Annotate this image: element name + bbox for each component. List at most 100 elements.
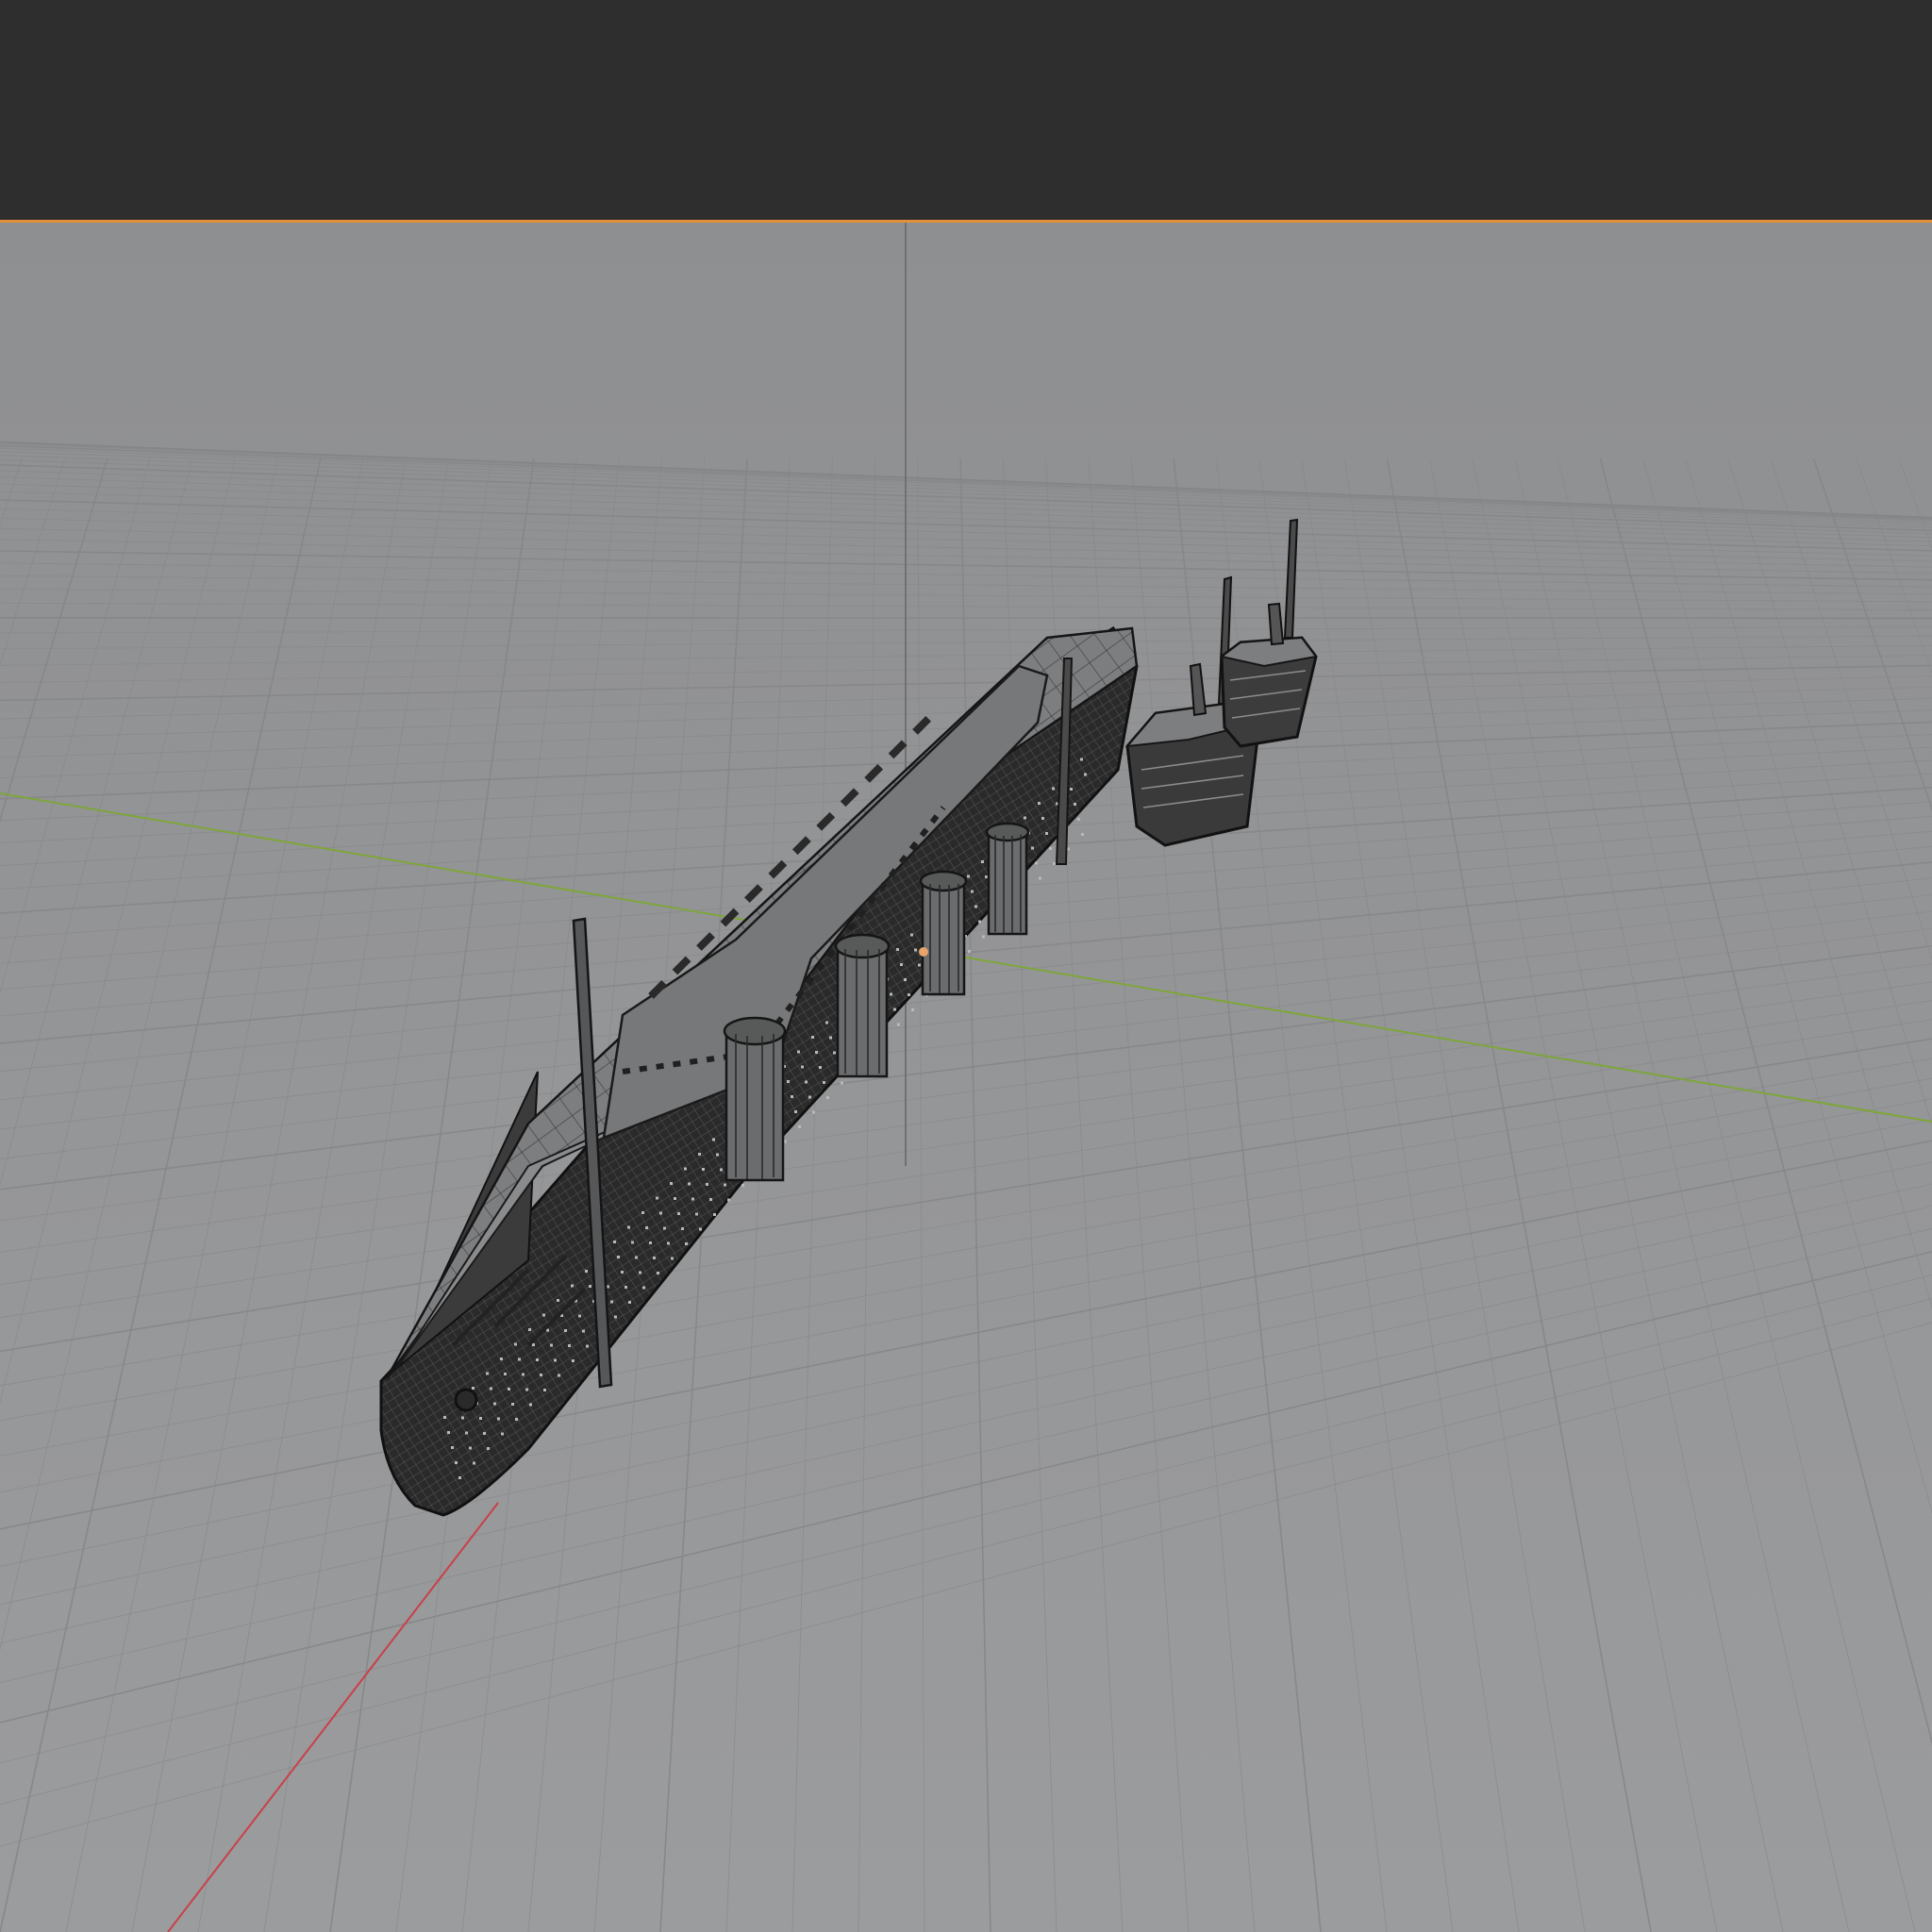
porthole: [656, 1196, 658, 1200]
porthole: [525, 1388, 528, 1391]
porthole: [490, 1387, 492, 1391]
porthole: [712, 1138, 715, 1141]
porthole: [504, 1373, 507, 1375]
porthole: [1077, 818, 1080, 821]
porthole: [447, 1431, 450, 1434]
porthole: [585, 1270, 588, 1273]
viewport-header-area: [0, 0, 1932, 222]
porthole: [695, 1212, 698, 1216]
porthole: [971, 890, 974, 893]
porthole: [1039, 876, 1041, 880]
porthole: [641, 1211, 644, 1214]
porthole: [982, 935, 985, 939]
grid-line: [0, 617, 1932, 620]
porthole: [911, 1008, 914, 1011]
porthole: [974, 905, 977, 908]
porthole: [1035, 861, 1038, 865]
porthole: [791, 1095, 793, 1098]
porthole: [607, 1285, 609, 1289]
porthole: [829, 1036, 832, 1040]
porthole: [557, 1299, 559, 1302]
porthole: [685, 1242, 688, 1245]
porthole: [713, 1213, 716, 1216]
porthole: [1052, 787, 1055, 791]
porthole: [787, 1080, 790, 1083]
porthole: [1049, 847, 1052, 850]
3d-viewport[interactable]: [0, 223, 1932, 1932]
porthole: [841, 1081, 843, 1085]
funnel-2: [834, 933, 891, 1078]
porthole: [528, 1328, 531, 1331]
porthole: [671, 1257, 674, 1260]
porthole: [589, 1285, 591, 1288]
porthole: [893, 1008, 896, 1011]
porthole: [472, 1387, 475, 1390]
porthole: [501, 1432, 504, 1436]
porthole: [458, 1476, 461, 1479]
porthole: [716, 1153, 719, 1157]
porthole: [568, 1344, 571, 1347]
porthole: [826, 1096, 829, 1099]
porthole: [639, 1271, 641, 1274]
porthole: [621, 1271, 624, 1274]
porthole: [554, 1358, 557, 1362]
funnel-1: [723, 1016, 787, 1182]
funnel-3: [919, 870, 968, 996]
porthole: [469, 1446, 472, 1450]
porthole: [709, 1198, 712, 1201]
porthole: [897, 1023, 900, 1026]
porthole: [455, 1461, 458, 1464]
porthole: [542, 1313, 545, 1317]
porthole: [1024, 816, 1026, 820]
porthole: [1041, 817, 1044, 820]
porthole: [815, 1051, 818, 1054]
porthole: [483, 1432, 486, 1435]
porthole: [798, 1125, 801, 1128]
porthole: [1031, 846, 1034, 850]
porthole: [805, 1080, 808, 1084]
porthole: [684, 1167, 687, 1171]
porthole: [653, 1257, 656, 1259]
porthole: [784, 1140, 787, 1143]
porthole: [918, 963, 921, 967]
porthole: [572, 1359, 575, 1362]
porthole: [543, 1389, 546, 1391]
porthole: [540, 1374, 542, 1376]
porthole: [812, 1110, 815, 1114]
porthole: [667, 1241, 670, 1245]
porthole: [833, 1051, 836, 1055]
porthole: [627, 1225, 630, 1229]
porthole: [493, 1402, 496, 1406]
porthole: [564, 1329, 567, 1332]
porthole: [706, 1183, 708, 1186]
porthole: [571, 1284, 574, 1288]
porthole: [443, 1416, 446, 1419]
porthole: [797, 1050, 800, 1054]
porthole: [487, 1447, 490, 1450]
porthole: [486, 1372, 489, 1375]
porthole: [985, 875, 988, 878]
porthole: [610, 1300, 613, 1304]
porthole: [649, 1241, 652, 1244]
porthole: [1045, 832, 1048, 835]
porthole: [550, 1343, 553, 1347]
porthole: [659, 1211, 662, 1215]
porthole: [465, 1431, 468, 1435]
porthole: [908, 993, 910, 996]
porthole: [529, 1403, 532, 1407]
porthole: [558, 1374, 560, 1377]
porthole: [1081, 833, 1084, 836]
porthole: [518, 1357, 521, 1361]
porthole: [691, 1197, 694, 1201]
porthole: [511, 1403, 514, 1406]
porthole: [978, 920, 981, 924]
porthole: [451, 1446, 454, 1449]
porthole: [914, 948, 917, 952]
viewport-canvas[interactable]: [0, 223, 1932, 1932]
porthole: [819, 1066, 822, 1069]
porthole: [811, 1036, 814, 1039]
porthole: [801, 1065, 804, 1069]
porthole: [628, 1301, 631, 1304]
porthole: [967, 874, 970, 878]
porthole: [508, 1388, 510, 1391]
